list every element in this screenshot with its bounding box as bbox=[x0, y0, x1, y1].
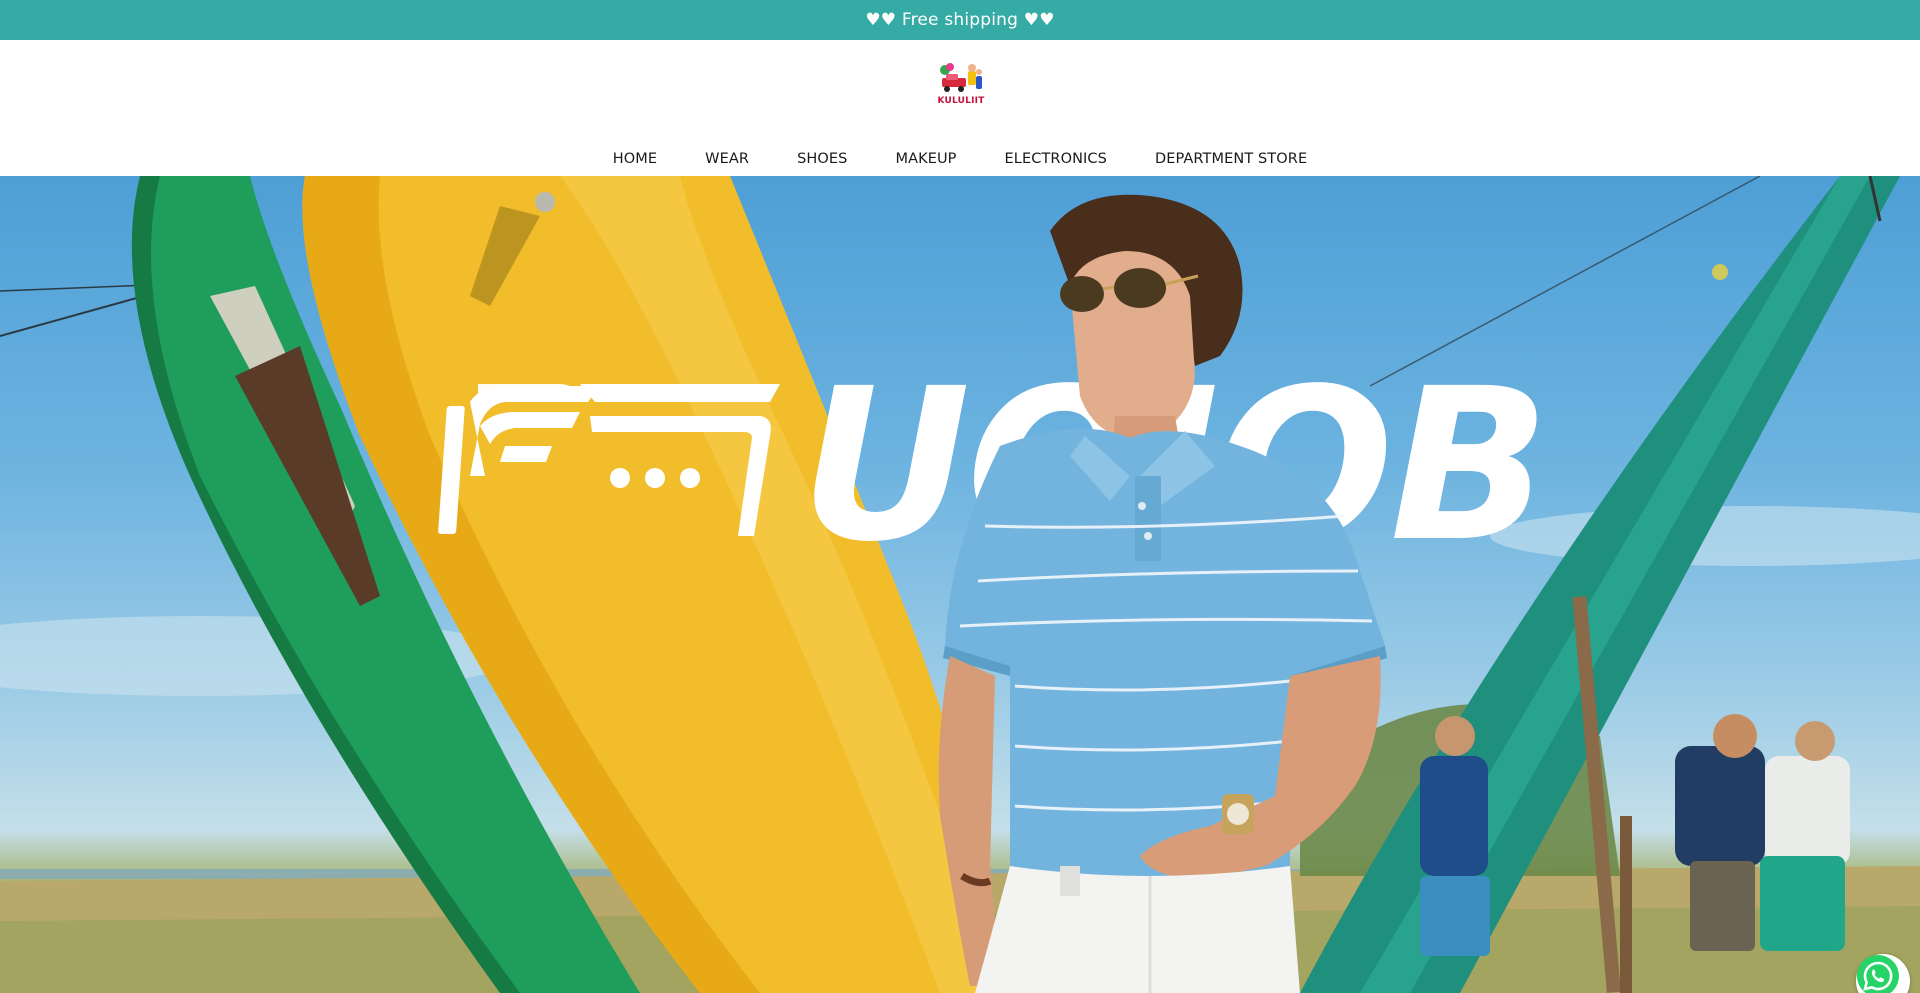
nav-item-department-store[interactable]: DEPARTMENT STORE bbox=[1131, 151, 1331, 167]
hero-banner[interactable]: UOIOB bbox=[0, 176, 1920, 993]
nav-item-wear[interactable]: WEAR bbox=[681, 151, 773, 167]
nav-item-makeup[interactable]: MAKEUP bbox=[871, 151, 980, 167]
nav-item-shoes[interactable]: SHOES bbox=[773, 151, 871, 167]
logo-graphic-icon bbox=[940, 63, 982, 92]
logo-wordmark: KULULIIT bbox=[937, 96, 985, 106]
nav-item-home[interactable]: HOME bbox=[589, 151, 681, 167]
announcement-text: ♥♥ Free shipping ♥♥ bbox=[865, 10, 1055, 30]
announcement-bar: ♥♥ Free shipping ♥♥ bbox=[0, 0, 1920, 40]
site-header: KULULIIT HOME WEAR SHOES MAKEUP ELECTRON… bbox=[0, 40, 1920, 176]
nav-item-electronics[interactable]: ELECTRONICS bbox=[981, 151, 1131, 167]
hero-image: UOIOB bbox=[0, 176, 1920, 993]
site-logo[interactable]: KULULIIT bbox=[936, 62, 986, 108]
whatsapp-icon bbox=[1857, 955, 1899, 993]
main-navigation: HOME WEAR SHOES MAKEUP ELECTRONICS DEPAR… bbox=[0, 144, 1920, 174]
